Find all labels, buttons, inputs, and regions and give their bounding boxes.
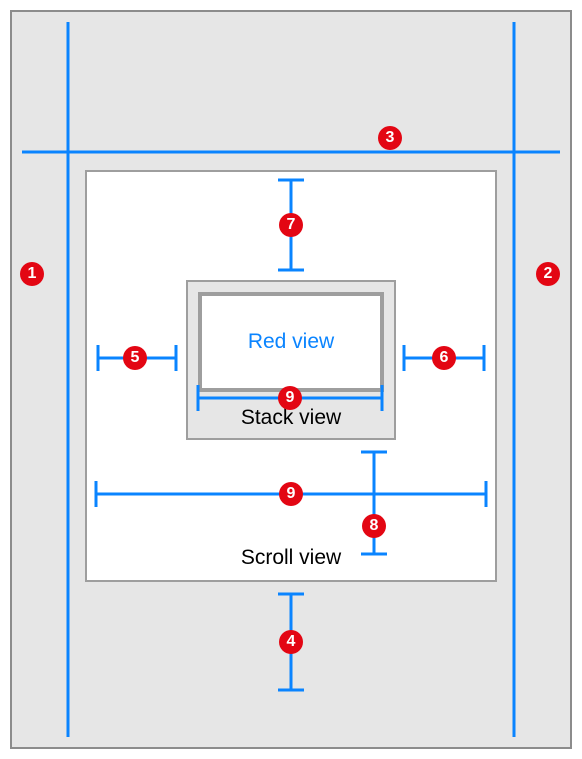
stack-view-rect: Red view Stack view [186,280,396,440]
red-view-label: Red view [248,330,334,354]
callout-3: 3 [378,126,402,150]
callout-9a: 9 [278,386,302,410]
callout-6: 6 [432,346,456,370]
scroll-view-label: Scroll view [87,546,495,570]
callout-8: 8 [362,514,386,538]
callout-4: 4 [279,630,303,654]
callout-1: 1 [20,262,44,286]
red-view-rect: Red view [198,292,384,392]
callout-2: 2 [536,262,560,286]
callout-7: 7 [279,213,303,237]
callout-9b: 9 [279,482,303,506]
callout-5: 5 [123,346,147,370]
diagram-canvas: Red view Stack view Scroll view [0,0,582,759]
